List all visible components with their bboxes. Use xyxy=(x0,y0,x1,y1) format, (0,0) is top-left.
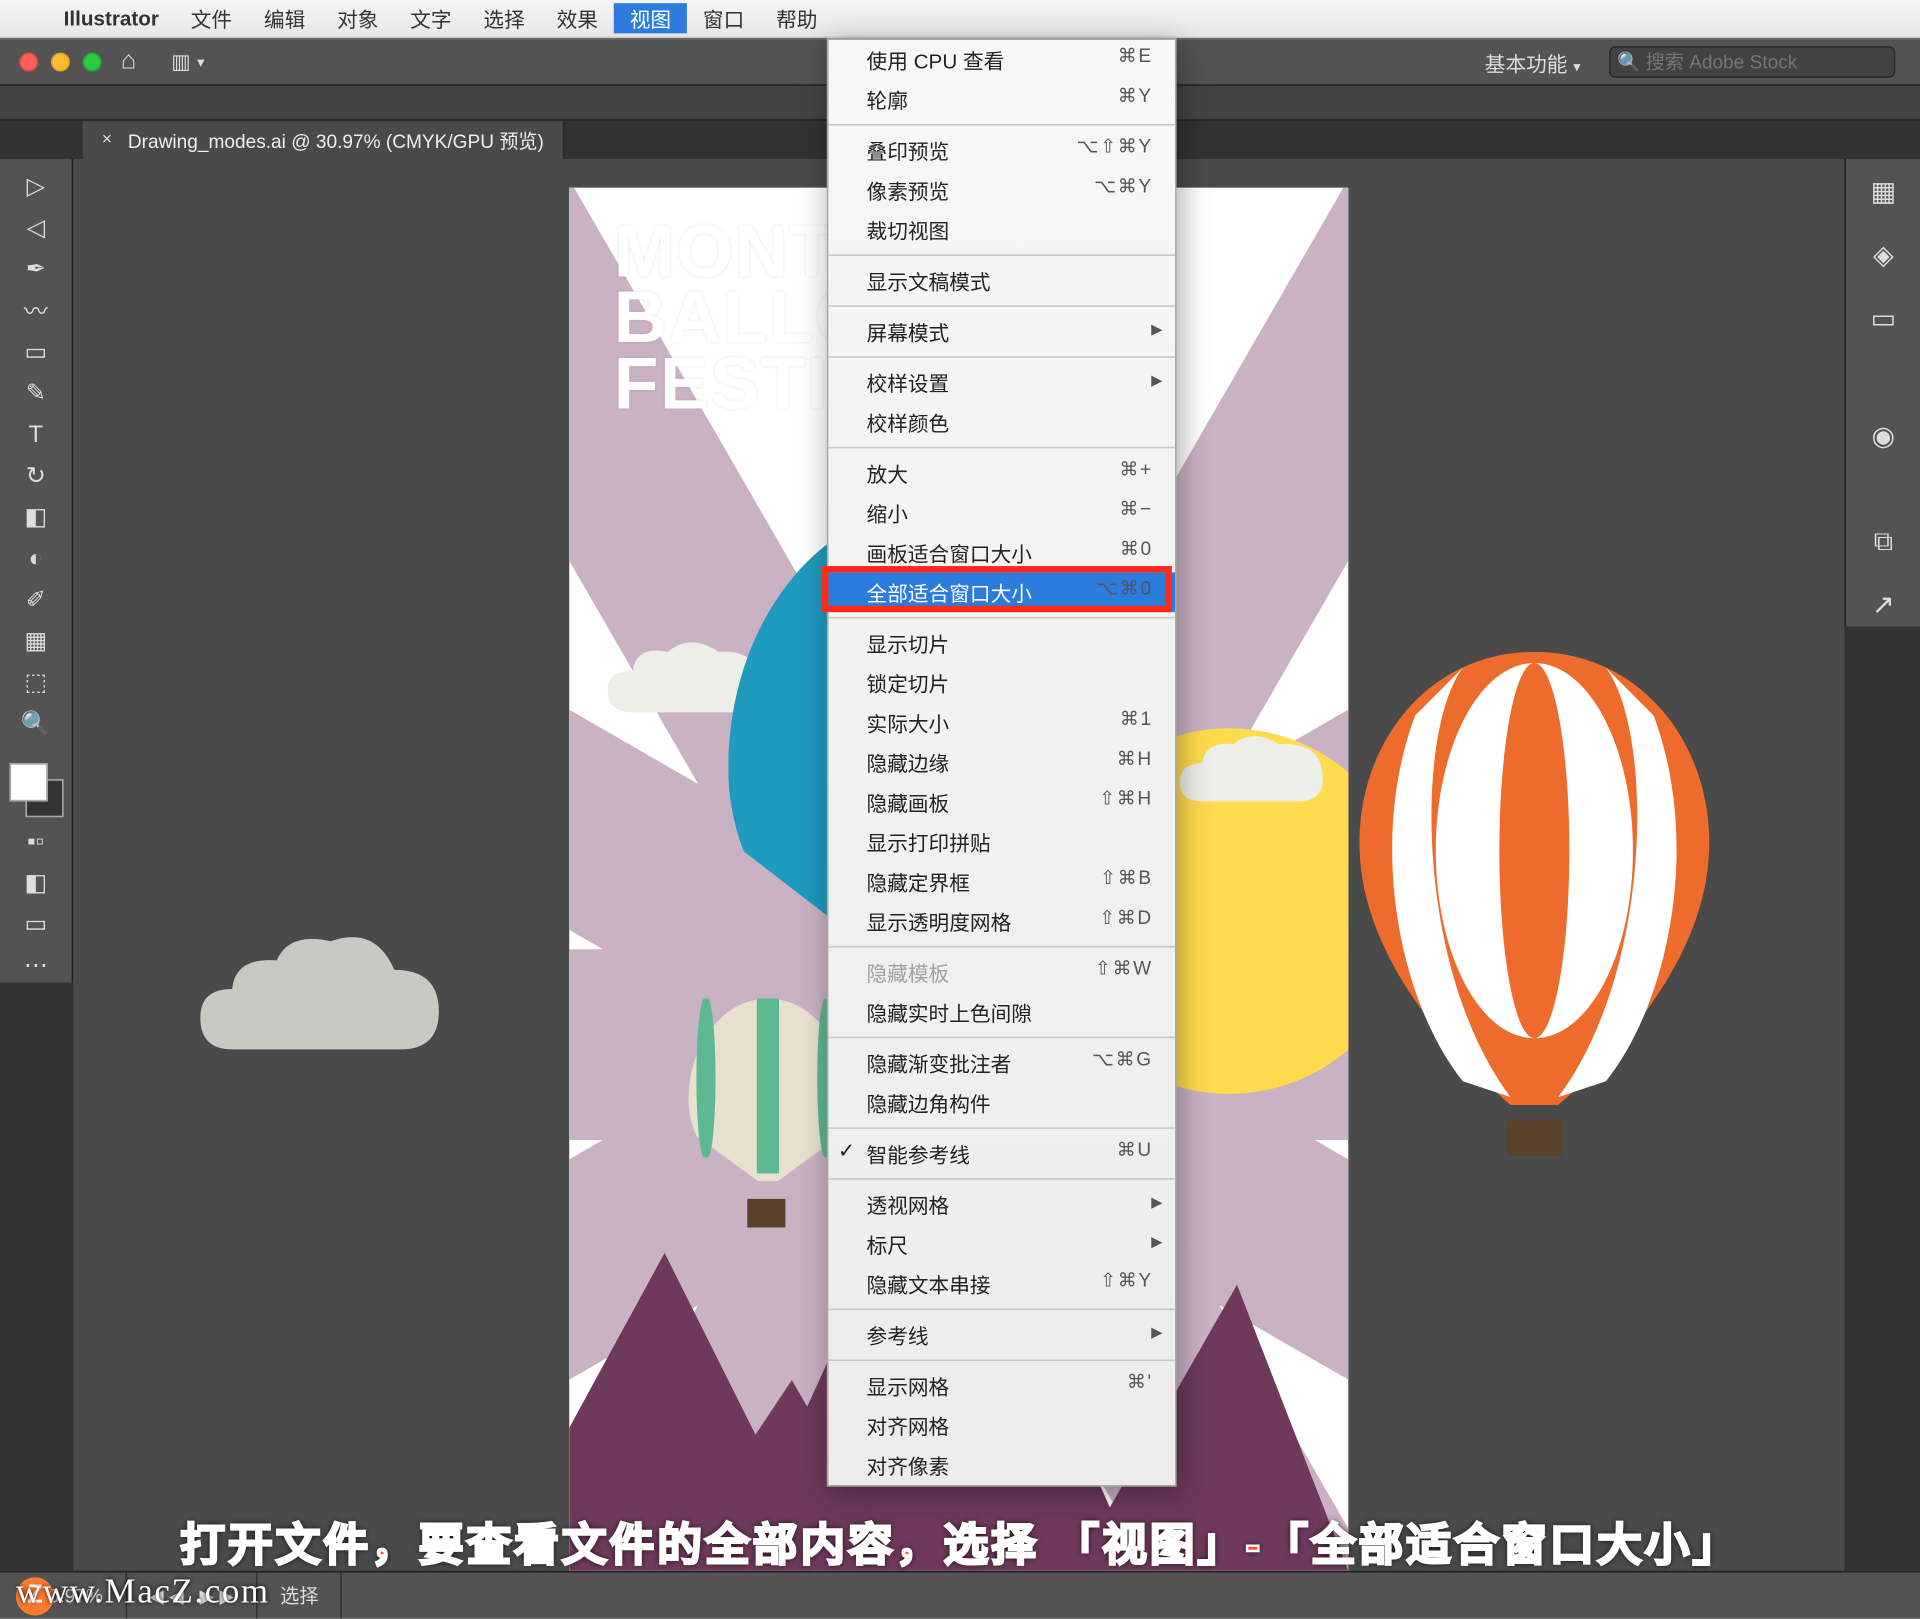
menu-item[interactable]: 隐藏画板⇧⌘H xyxy=(828,782,1175,822)
workspace-switcher[interactable]: 基本功能 ▾ xyxy=(1485,47,1581,77)
menu-item[interactable]: 隐藏定界框⇧⌘B xyxy=(828,862,1175,902)
rectangle-tool[interactable]: ▭ xyxy=(18,334,53,369)
menu-item[interactable]: 画板适合窗口大小⌘0 xyxy=(828,533,1175,573)
menu-item[interactable]: 隐藏边角构件 xyxy=(828,1083,1175,1123)
right-panels: ▦ ◈ ▭ ◉ ⧉ ↗ xyxy=(1844,159,1920,626)
menu-item[interactable]: 屏幕模式 xyxy=(828,312,1175,352)
orange-balloon-shape xyxy=(1352,652,1718,1161)
screen-mode-icon[interactable]: ▭ xyxy=(18,906,53,941)
search-icon: 🔍 xyxy=(1617,51,1641,73)
menu-item[interactable]: 显示打印拼贴 xyxy=(828,822,1175,862)
menu-select[interactable]: 选择 xyxy=(468,3,541,33)
paintbrush-tool[interactable]: ✎ xyxy=(18,375,53,410)
menu-item[interactable]: 全部适合窗口大小⌥⌘0 xyxy=(828,572,1175,612)
menu-item[interactable]: 透视网格 xyxy=(828,1185,1175,1225)
home-button[interactable]: ⌂ xyxy=(121,48,136,77)
menu-item[interactable]: 缩小⌘− xyxy=(828,493,1175,533)
menu-effect[interactable]: 效果 xyxy=(541,3,614,33)
menu-window[interactable]: 窗口 xyxy=(687,3,760,33)
direct-selection-tool[interactable]: ◁ xyxy=(18,210,53,245)
menu-item[interactable]: 裁切视图 xyxy=(828,210,1175,250)
menu-item[interactable]: 显示文稿模式 xyxy=(828,261,1175,301)
document-tab[interactable]: × Drawing_modes.ai @ 30.97% (CMYK/GPU 预览… xyxy=(83,121,565,159)
close-window-button[interactable] xyxy=(19,52,38,71)
zoom-tool[interactable]: 🔍 xyxy=(18,706,53,741)
artboard-tool[interactable]: ⬚ xyxy=(18,665,53,700)
status-tool-label: 选择 xyxy=(258,1573,342,1619)
menu-item[interactable]: 轮廓⌘Y xyxy=(828,80,1175,120)
menu-item[interactable]: 像素预览⌥⌘Y xyxy=(828,170,1175,210)
edit-toolbar-icon[interactable]: ⋯ xyxy=(18,948,53,983)
eraser-tool[interactable]: ◧ xyxy=(18,499,53,534)
menu-file[interactable]: 文件 xyxy=(175,3,248,33)
menu-item[interactable]: 隐藏边缘⌘H xyxy=(828,743,1175,783)
menu-item[interactable]: 参考线 xyxy=(828,1315,1175,1355)
menu-item[interactable]: 显示透明度网格⇧⌘D xyxy=(828,902,1175,942)
stock-search-input[interactable] xyxy=(1609,46,1895,78)
menu-item[interactable]: 校样颜色 xyxy=(828,402,1175,442)
menu-item[interactable]: 智能参考线⌘U✓ xyxy=(828,1134,1175,1174)
rotate-tool[interactable]: ↻ xyxy=(18,458,53,493)
menu-item: 隐藏模板⇧⌘W xyxy=(828,952,1175,992)
menu-item[interactable]: 叠印预览⌥⇧⌘Y xyxy=(828,130,1175,170)
menu-item[interactable]: 对齐像素 xyxy=(828,1445,1175,1485)
cloud-shape xyxy=(1173,728,1332,815)
appearance-panel-icon[interactable]: ◉ xyxy=(1863,417,1904,458)
menu-edit[interactable]: 编辑 xyxy=(248,3,321,33)
menu-item[interactable]: 校样设置 xyxy=(828,363,1175,403)
status-bar: 30.97% ◀ ◀ ▶ ▶ 选择 xyxy=(0,1571,1920,1619)
arrange-documents-button[interactable]: ▥ ▾ xyxy=(171,49,204,74)
draw-mode-icon[interactable]: ◧ xyxy=(18,865,53,900)
gradient-tool[interactable]: ▦ xyxy=(18,623,53,658)
menu-item[interactable]: 实际大小⌘1 xyxy=(828,703,1175,743)
tools-panel: ▷ ◁ ✒ 〰 ▭ ✎ T ↻ ◧ ◐ ✐ ▦ ⬚ 🔍 ▪▫ ◧ ▭ ⋯ xyxy=(0,159,73,983)
menu-type[interactable]: 文字 xyxy=(394,3,467,33)
properties-panel-icon[interactable]: ▦ xyxy=(1863,172,1904,213)
menu-item[interactable]: 隐藏实时上色间隙 xyxy=(828,992,1175,1032)
menu-item[interactable]: 放大⌘+ xyxy=(828,453,1175,493)
app-name[interactable]: Illustrator xyxy=(48,6,175,30)
view-menu-dropdown: 使用 CPU 查看⌘E轮廓⌘Y 叠印预览⌥⇧⌘Y像素预览⌥⌘Y裁切视图显示文稿模式… xyxy=(827,38,1177,1486)
close-tab-icon[interactable]: × xyxy=(102,130,112,149)
curvature-tool[interactable]: 〰 xyxy=(18,293,53,328)
menu-object[interactable]: 对象 xyxy=(321,3,394,33)
asset-export-panel-icon[interactable]: ⧉ xyxy=(1863,522,1904,563)
export-panel-icon[interactable]: ↗ xyxy=(1863,585,1904,626)
eyedropper-tool[interactable]: ✐ xyxy=(18,582,53,617)
layers-panel-icon[interactable]: ◈ xyxy=(1863,235,1904,276)
document-tab-title: Drawing_modes.ai @ 30.97% (CMYK/GPU 预览) xyxy=(128,126,544,153)
menu-help[interactable]: 帮助 xyxy=(760,3,833,33)
fill-stroke-indicator[interactable] xyxy=(9,763,63,817)
color-mode-icon[interactable]: ▪▫ xyxy=(18,824,53,859)
menu-item[interactable]: 显示网格⌘' xyxy=(828,1366,1175,1406)
gray-cloud-shape xyxy=(184,922,454,1089)
menu-item[interactable]: 对齐网格 xyxy=(828,1406,1175,1446)
libraries-panel-icon[interactable]: ▭ xyxy=(1863,299,1904,340)
instruction-caption: 打开文件，要查看文件的全部内容，选择 「视图」-「全部适合窗口大小」 xyxy=(0,1511,1920,1575)
watermark-text: www.MacZ.com xyxy=(16,1571,270,1612)
selection-tool[interactable]: ▷ xyxy=(18,169,53,204)
type-tool[interactable]: T xyxy=(18,417,53,452)
stock-search[interactable]: 🔍 xyxy=(1609,46,1895,78)
shape-builder-tool[interactable]: ◐ xyxy=(18,541,53,576)
menu-item[interactable]: 显示切片 xyxy=(828,623,1175,663)
menu-item[interactable]: 标尺 xyxy=(828,1224,1175,1264)
minimize-window-button[interactable] xyxy=(51,52,70,71)
menu-item[interactable]: 隐藏文本串接⇧⌘Y xyxy=(828,1264,1175,1304)
menu-item[interactable]: 隐藏渐变批注者⌥⌘G xyxy=(828,1043,1175,1083)
menu-item[interactable]: 使用 CPU 查看⌘E xyxy=(828,40,1175,80)
menu-view[interactable]: 视图 xyxy=(614,3,687,33)
macos-menubar: Illustrator 文件 编辑 对象 文字 选择 效果 视图 窗口 帮助 xyxy=(0,0,1920,38)
pen-tool[interactable]: ✒ xyxy=(18,251,53,286)
window-controls xyxy=(0,45,102,80)
zoom-window-button[interactable] xyxy=(83,52,102,71)
menu-item[interactable]: 锁定切片 xyxy=(828,663,1175,703)
